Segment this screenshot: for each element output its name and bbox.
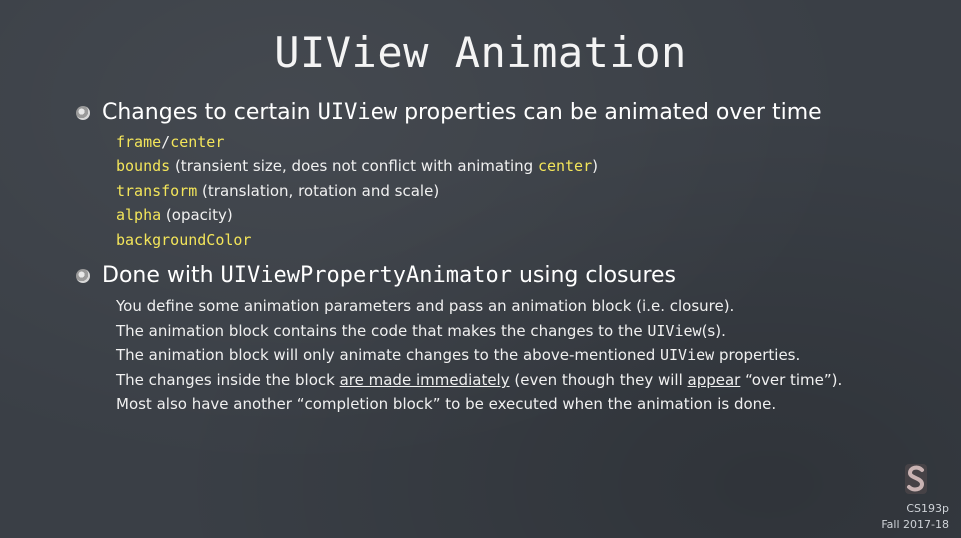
stanford-s-logo-icon — [904, 463, 928, 495]
property-background-color: backgroundColor — [116, 231, 252, 249]
property-transform: transform (translation, rotation and sca… — [116, 182, 440, 200]
detail-line-2: The animation block contains the code th… — [116, 322, 726, 340]
detail-line-5: Most also have another “completion block… — [116, 395, 777, 413]
detail-line-4: The changes inside the block are made im… — [116, 371, 843, 389]
bullet-animator: Done with UIViewPropertyAnimator using c… — [76, 263, 676, 288]
detail-line-3: The animation block will only animate ch… — [116, 346, 801, 364]
slide-title: UIView Animation — [274, 28, 687, 77]
footer-course: CS193p — [906, 502, 949, 515]
property-bounds: bounds (transient size, does not conflic… — [116, 157, 598, 175]
bullet-icon — [76, 105, 90, 120]
property-alpha: alpha (opacity) — [116, 206, 233, 224]
property-frame-center: frame/center — [116, 133, 225, 151]
detail-line-1: You define some animation parameters and… — [116, 297, 735, 315]
footer-term: Fall 2017-18 — [881, 518, 949, 531]
bullet-changes: Changes to certain UIView properties can… — [76, 100, 822, 125]
bullet-changes-text: Changes to certain UIView properties can… — [102, 100, 822, 125]
bullet-animator-text: Done with UIViewPropertyAnimator using c… — [102, 263, 676, 288]
bullet-icon — [76, 268, 90, 283]
